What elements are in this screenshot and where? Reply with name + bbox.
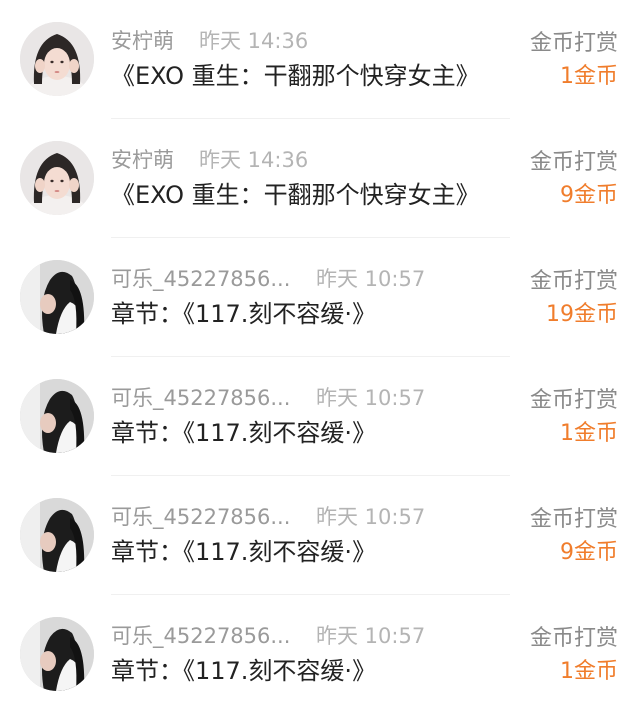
reward-list-item[interactable]: 安柠萌 昨天 14:36 《EXO 重生：干翻那个快穿女主》 金币打赏 1金币: [0, 0, 640, 119]
user-avatar[interactable]: [20, 260, 94, 334]
username[interactable]: 可乐_45227856...: [111, 501, 290, 531]
avatar-photo-dark-icon: [20, 260, 94, 334]
reward-amount: 1金币: [560, 64, 618, 89]
timestamp: 昨天 10:57: [316, 624, 426, 648]
user-avatar[interactable]: [20, 498, 94, 572]
reward-type-label: 金币打赏: [529, 269, 618, 294]
avatar-photo-dark-icon: [20, 498, 94, 572]
reward-amount: 1金币: [560, 659, 618, 684]
reward-list-item[interactable]: 可乐_45227856... 昨天 10:57 章节：《117.刻不容缓·》 金…: [0, 357, 640, 476]
avatar-photo-girl-icon: [20, 141, 94, 215]
reward-list: 安柠萌 昨天 14:36 《EXO 重生：干翻那个快穿女主》 金币打赏 1金币 …: [0, 0, 640, 707]
username[interactable]: 可乐_45227856...: [111, 263, 290, 293]
reward-amount: 1金币: [560, 421, 618, 446]
reward-target-title[interactable]: 章节：《117.刻不容缓·》: [111, 532, 376, 567]
timestamp: 昨天 14:36: [199, 29, 309, 53]
reward-type-label: 金币打赏: [529, 31, 618, 56]
avatar-photo-dark-icon: [20, 617, 94, 691]
timestamp: 昨天 10:57: [316, 386, 426, 410]
reward-list-item[interactable]: 可乐_45227856... 昨天 10:57 章节：《117.刻不容缓·》 金…: [0, 595, 640, 714]
reward-target-title[interactable]: 章节：《117.刻不容缓·》: [111, 413, 376, 448]
reward-type-label: 金币打赏: [529, 150, 618, 175]
avatar-photo-dark-icon: [20, 379, 94, 453]
reward-type-label: 金币打赏: [529, 507, 618, 532]
reward-target-title[interactable]: 《EXO 重生：干翻那个快穿女主》: [111, 175, 480, 210]
username[interactable]: 安柠萌: [111, 25, 174, 55]
reward-type-label: 金币打赏: [529, 388, 618, 413]
user-avatar[interactable]: [20, 379, 94, 453]
reward-type-label: 金币打赏: [529, 626, 618, 651]
reward-amount: 9金币: [560, 540, 618, 565]
avatar-photo-girl-icon: [20, 22, 94, 96]
reward-target-title[interactable]: 章节：《117.刻不容缓·》: [111, 294, 376, 329]
reward-amount: 9金币: [560, 183, 618, 208]
timestamp: 昨天 10:57: [316, 505, 426, 529]
username[interactable]: 可乐_45227856...: [111, 382, 290, 412]
reward-list-item[interactable]: 可乐_45227856... 昨天 10:57 章节：《117.刻不容缓·》 金…: [0, 238, 640, 357]
reward-amount: 19金币: [546, 302, 618, 327]
reward-target-title[interactable]: 章节：《117.刻不容缓·》: [111, 651, 376, 686]
timestamp: 昨天 14:36: [199, 148, 309, 172]
reward-list-item[interactable]: 可乐_45227856... 昨天 10:57 章节：《117.刻不容缓·》 金…: [0, 476, 640, 595]
reward-target-title[interactable]: 《EXO 重生：干翻那个快穿女主》: [111, 56, 480, 91]
reward-list-item[interactable]: 安柠萌 昨天 14:36 《EXO 重生：干翻那个快穿女主》 金币打赏 9金币: [0, 119, 640, 238]
user-avatar[interactable]: [20, 141, 94, 215]
username[interactable]: 安柠萌: [111, 144, 174, 174]
user-avatar[interactable]: [20, 22, 94, 96]
timestamp: 昨天 10:57: [316, 267, 426, 291]
username[interactable]: 可乐_45227856...: [111, 620, 290, 650]
user-avatar[interactable]: [20, 617, 94, 691]
